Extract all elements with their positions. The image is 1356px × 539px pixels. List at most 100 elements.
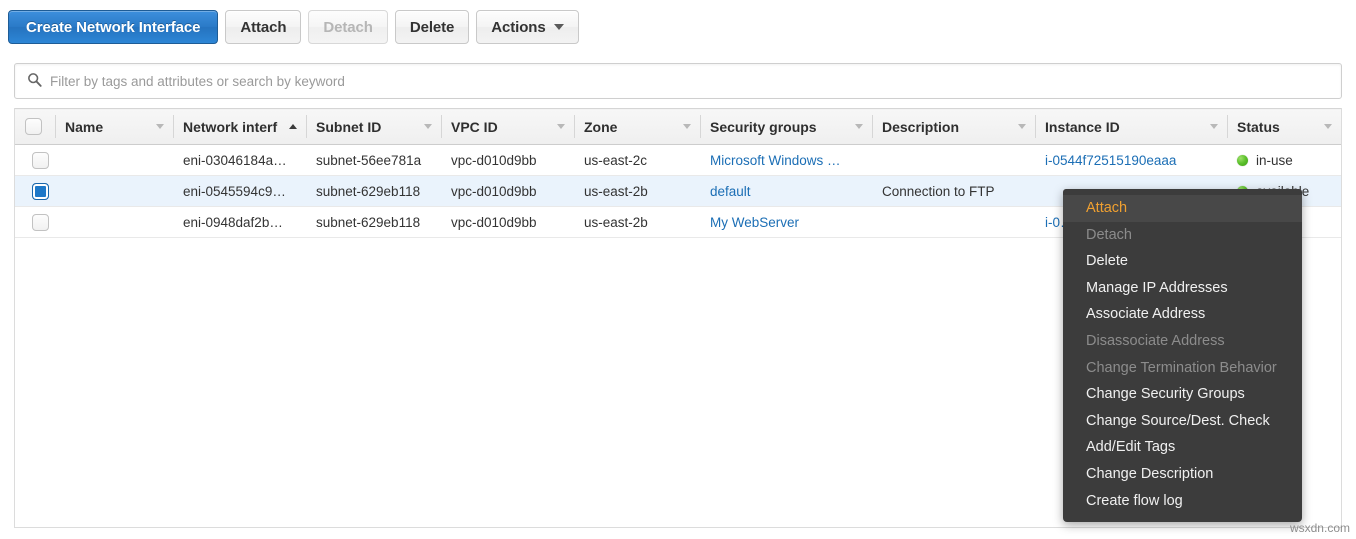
cell-network_if: eni-0545594c9… xyxy=(173,176,306,207)
status-label: in-use xyxy=(1256,153,1293,168)
cell-subnet_id: subnet-56ee781a xyxy=(306,145,441,176)
menu-item-manage-ip-addresses[interactable]: Manage IP Addresses xyxy=(1063,275,1302,302)
button-label: Attach xyxy=(240,19,286,36)
cell-text: eni-0545594c9… xyxy=(183,184,286,199)
row-select-cell[interactable] xyxy=(15,176,55,207)
column-header-label: Subnet ID xyxy=(316,119,381,135)
cell-text: subnet-629eb118 xyxy=(316,184,420,199)
column-header-label: VPC ID xyxy=(451,119,498,135)
menu-item-add-edit-tags[interactable]: Add/Edit Tags xyxy=(1063,434,1302,461)
cell-network_if: eni-0948daf2b… xyxy=(173,207,306,238)
button-label: Detach xyxy=(323,19,372,36)
cell-description: Connection to FTP xyxy=(872,176,1035,207)
column-menu-icon[interactable] xyxy=(683,124,691,129)
select-all-header[interactable] xyxy=(15,109,55,145)
menu-item-change-security-groups[interactable]: Change Security Groups xyxy=(1063,381,1302,408)
column-header-label: Network interf xyxy=(183,119,277,135)
column-menu-icon[interactable] xyxy=(424,124,432,129)
column-header-label: Name xyxy=(65,119,103,135)
button-label: Create Network Interface xyxy=(26,19,200,36)
menu-item-delete[interactable]: Delete xyxy=(1063,248,1302,275)
detach-button: Detach xyxy=(308,10,387,44)
table-row[interactable]: eni-03046184a… subnet-56ee781a vpc-d010d9b… xyxy=(15,145,1341,176)
actions-button[interactable]: Actions xyxy=(476,10,578,44)
security-group-link[interactable]: Microsoft Windows … xyxy=(710,153,841,168)
cell-sec_groups: Microsoft Windows … xyxy=(700,145,872,176)
cell-name xyxy=(55,207,173,238)
cell-subnet_id: subnet-629eb118 xyxy=(306,176,441,207)
column-menu-icon[interactable] xyxy=(1018,124,1026,129)
column-menu-icon[interactable] xyxy=(1324,124,1332,129)
column-menu-icon[interactable] xyxy=(855,124,863,129)
column-header-status[interactable]: Status xyxy=(1227,109,1341,145)
menu-item-change-termination-behavior: Change Termination Behavior xyxy=(1063,355,1302,382)
attach-button[interactable]: Attach xyxy=(225,10,301,44)
column-header-vpc_id[interactable]: VPC ID xyxy=(441,109,574,145)
row-select-cell[interactable] xyxy=(15,145,55,176)
cell-vpc_id: vpc-d010d9bb xyxy=(441,207,574,238)
actions-context-menu: AttachDetachDeleteManage IP AddressesAss… xyxy=(1063,189,1302,522)
cell-text: us-east-2b xyxy=(584,184,648,199)
cell-text: eni-0948daf2b… xyxy=(183,215,283,230)
table-header-row: Name Network interf Subnet ID VPC ID Zone Sec… xyxy=(15,109,1341,145)
cell-vpc_id: vpc-d010d9bb xyxy=(441,145,574,176)
delete-button[interactable]: Delete xyxy=(395,10,469,44)
cell-sec_groups: default xyxy=(700,176,872,207)
cell-text: us-east-2c xyxy=(584,153,647,168)
column-header-label: Description xyxy=(882,119,959,135)
sort-ascending-icon[interactable] xyxy=(289,124,297,129)
row-select-cell[interactable] xyxy=(15,207,55,238)
cell-text: eni-03046184a… xyxy=(183,153,287,168)
cell-vpc_id: vpc-d010d9bb xyxy=(441,176,574,207)
column-menu-icon[interactable] xyxy=(1210,124,1218,129)
cell-sec_groups: My WebServer xyxy=(700,207,872,238)
cell-status: in-use xyxy=(1227,145,1341,176)
menu-item-attach[interactable]: Attach xyxy=(1063,195,1302,222)
action-toolbar: Create Network Interface Attach Detach Dele… xyxy=(0,0,1356,56)
menu-item-disassociate-address: Disassociate Address xyxy=(1063,328,1302,355)
menu-item-change-description[interactable]: Change Description xyxy=(1063,461,1302,488)
watermark: wsxdn.com xyxy=(1290,521,1350,535)
row-checkbox[interactable] xyxy=(32,183,49,200)
cell-name xyxy=(55,145,173,176)
column-header-subnet_id[interactable]: Subnet ID xyxy=(306,109,441,145)
cell-text: subnet-629eb118 xyxy=(316,215,420,230)
menu-item-associate-address[interactable]: Associate Address xyxy=(1063,301,1302,328)
column-header-instance_id[interactable]: Instance ID xyxy=(1035,109,1227,145)
menu-item-detach: Detach xyxy=(1063,222,1302,249)
cell-name xyxy=(55,176,173,207)
instance-id-link[interactable]: i-0544f72515190eaaa xyxy=(1045,153,1176,168)
column-header-network_if[interactable]: Network interf xyxy=(173,109,306,145)
security-group-link[interactable]: default xyxy=(710,184,751,199)
cell-instance_id: i-0544f72515190eaaa xyxy=(1035,145,1227,176)
cell-text: us-east-2b xyxy=(584,215,648,230)
chevron-down-icon xyxy=(554,24,564,30)
column-header-label: Status xyxy=(1237,119,1280,135)
security-group-link[interactable]: My WebServer xyxy=(710,215,799,230)
column-header-zone[interactable]: Zone xyxy=(574,109,700,145)
column-header-label: Instance ID xyxy=(1045,119,1120,135)
create-network-interface-button[interactable]: Create Network Interface xyxy=(8,10,218,44)
cell-subnet_id: subnet-629eb118 xyxy=(306,207,441,238)
search-placeholder: Filter by tags and attributes or search … xyxy=(50,74,345,89)
cell-text: vpc-d010d9bb xyxy=(451,184,537,199)
column-header-label: Security groups xyxy=(710,119,817,135)
column-menu-icon[interactable] xyxy=(156,124,164,129)
cell-text: subnet-56ee781a xyxy=(316,153,421,168)
status-badge: in-use xyxy=(1237,153,1341,168)
filter-search-bar[interactable]: Filter by tags and attributes or search … xyxy=(14,63,1342,99)
button-label: Actions xyxy=(491,19,545,36)
column-header-sec_groups[interactable]: Security groups xyxy=(700,109,872,145)
cell-zone: us-east-2b xyxy=(574,207,700,238)
column-header-description[interactable]: Description xyxy=(872,109,1035,145)
status-dot-icon xyxy=(1237,155,1248,166)
cell-text: Connection to FTP xyxy=(882,184,995,199)
select-all-checkbox[interactable] xyxy=(25,118,42,135)
menu-item-create-flow-log[interactable]: Create flow log xyxy=(1063,488,1302,515)
column-menu-icon[interactable] xyxy=(557,124,565,129)
menu-item-change-source-dest-check[interactable]: Change Source/Dest. Check xyxy=(1063,408,1302,435)
cell-zone: us-east-2c xyxy=(574,145,700,176)
row-checkbox[interactable] xyxy=(32,214,49,231)
row-checkbox[interactable] xyxy=(32,152,49,169)
column-header-name[interactable]: Name xyxy=(55,109,173,145)
